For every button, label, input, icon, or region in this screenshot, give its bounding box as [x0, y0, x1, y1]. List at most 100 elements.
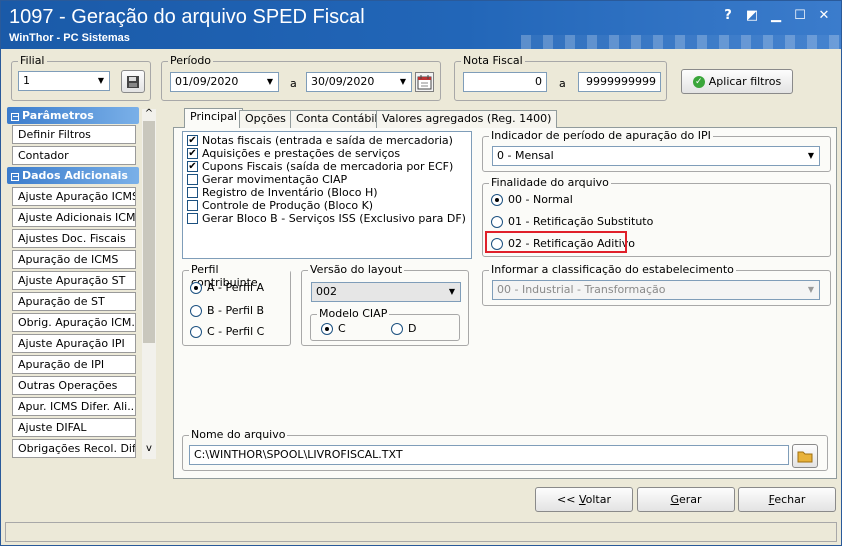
sidebar-item-definir-filtros[interactable]: Definir Filtros [12, 125, 136, 144]
checkbox[interactable] [187, 200, 198, 211]
versao-layout-select[interactable]: 002 ▼ [311, 282, 461, 302]
versao-layout-legend: Versão do layout [308, 263, 405, 276]
indicador-ipi-select[interactable]: 0 - Mensal ▼ [492, 146, 820, 166]
check-item-aquisicoes[interactable]: ✔ Aquisições e prestações de serviços [187, 147, 400, 160]
sidebar-item-ajuste-apuracao-ipi[interactable]: Ajuste Apuração IPI [12, 334, 136, 353]
sidebar-item-outras-operacoes[interactable]: Outras Operações [12, 376, 136, 395]
sidebar-item-contador[interactable]: Contador [12, 146, 136, 165]
radio-button[interactable] [190, 325, 202, 338]
sidebar-item-ajustes-doc-fiscais[interactable]: Ajustes Doc. Fiscais [12, 229, 136, 248]
checkbox[interactable] [187, 213, 198, 224]
sidebar-item-apuracao-icms[interactable]: Apuração de ICMS [12, 250, 136, 269]
sidebar-item-ajuste-difal[interactable]: Ajuste DIFAL [12, 418, 136, 437]
check-item-notas-fiscais[interactable]: ✔ Notas fiscais (entrada e saída de merca… [187, 134, 453, 147]
radio-button[interactable] [190, 304, 202, 317]
check-item-bloco-b[interactable]: Gerar Bloco B - Serviços ISS (Exclusivo … [187, 212, 466, 225]
maximize-icon[interactable]: ☐ [789, 7, 811, 25]
sidebar-item-ajuste-apuracao-icms[interactable]: Ajuste Apuração ICMS [12, 187, 136, 206]
fechar-button[interactable]: Fechar [738, 487, 836, 512]
finalidade-option-normal[interactable]: 00 - Normal [491, 193, 573, 206]
filial-value: 1 [23, 74, 30, 87]
nota-fiscal-end-input[interactable]: 9999999999 [578, 72, 661, 92]
modelo-ciap-option-c[interactable]: C [321, 322, 346, 335]
title-decoration [521, 35, 841, 49]
perfil-option-b[interactable]: B - Perfil B [190, 304, 264, 317]
sidebar-item-ajuste-adicionais-icms[interactable]: Ajuste Adicionais ICMS [12, 208, 136, 227]
perfil-option-a[interactable]: A - Perfil A [190, 281, 264, 294]
collapse-icon[interactable]: − [11, 173, 19, 181]
nome-arquivo-input[interactable]: C:\WINTHOR\SPOOL\LIVROFISCAL.TXT [189, 445, 789, 465]
nome-arquivo-legend: Nome do arquivo [189, 428, 288, 441]
apply-filters-button[interactable]: ✓ Aplicar filtros [681, 69, 793, 94]
periodo-start-value: 01/09/2020 [175, 75, 239, 88]
radio-button[interactable] [491, 215, 503, 228]
periodo-start-input[interactable]: 01/09/2020 ▼ [170, 72, 279, 92]
sidebar-item-apuracao-ipi[interactable]: Apuração de IPI [12, 355, 136, 374]
radio-button[interactable] [321, 322, 333, 335]
save-button[interactable] [121, 70, 145, 93]
radio-button[interactable] [491, 193, 503, 206]
checkbox[interactable]: ✔ [187, 135, 198, 146]
help-icon[interactable]: ? [717, 7, 739, 25]
voltar-button[interactable]: << Voltar [535, 487, 633, 512]
check-label: Gerar Bloco B - Serviços ISS (Exclusivo … [202, 212, 466, 225]
tab-valores-agregados[interactable]: Valores agregados (Reg. 1400) [376, 110, 558, 128]
finalidade-legend: Finalidade do arquivo [489, 176, 611, 189]
check-item-cupons-fiscais[interactable]: ✔ Cupons Fiscais (saída de mercadoria por… [187, 160, 453, 173]
close-icon[interactable]: ✕ [813, 7, 835, 25]
check-label: Controle de Produção (Bloco K) [202, 199, 374, 212]
minimize-icon[interactable]: ▁ [765, 7, 787, 25]
calendar-button[interactable] [415, 72, 434, 92]
finalidade-option-retif-substituto[interactable]: 01 - Retificação Substituto [491, 215, 653, 228]
classificacao-select[interactable]: 00 - Industrial - Transformação ▼ [492, 280, 820, 300]
sidebar-item-ajuste-apuracao-st[interactable]: Ajuste Apuração ST [12, 271, 136, 290]
sidebar-section-dados-adicionais[interactable]: − Dados Adicionais [7, 167, 139, 184]
radio-label: A - Perfil A [207, 281, 265, 294]
sidebar-scroll-thumb[interactable] [143, 121, 155, 343]
check-label: Gerar movimentação CIAP [202, 173, 348, 186]
voltar-rest: oltar [585, 493, 611, 506]
sidebar-section-parametros[interactable]: − Parâmetros [7, 107, 139, 124]
nota-fiscal-separator: a [559, 77, 566, 90]
browse-folder-button[interactable] [792, 444, 818, 468]
filial-select[interactable]: 1 ▼ [18, 71, 110, 91]
check-label: Registro de Inventário (Bloco H) [202, 186, 378, 199]
modelo-ciap-option-d[interactable]: D [391, 322, 416, 335]
radio-button[interactable] [190, 281, 202, 294]
chevron-down-icon[interactable]: ▼ [444, 283, 460, 301]
sidebar-item-obrig-apuracao-icm[interactable]: Obrig. Apuração ICM... [12, 313, 136, 332]
scroll-down-icon[interactable]: v [143, 443, 155, 455]
gerar-button[interactable]: Gerar [637, 487, 735, 512]
chevron-down-icon[interactable]: ▼ [803, 147, 819, 165]
checkbox[interactable]: ✔ [187, 161, 198, 172]
sidebar-item-apur-icms-difer[interactable]: Apur. ICMS Difer. Ali... [12, 397, 136, 416]
chevron-down-icon[interactable]: ▼ [93, 72, 109, 90]
scroll-up-icon[interactable]: ^ [143, 108, 155, 120]
chevron-down-icon[interactable]: ▼ [262, 73, 278, 91]
checkbox[interactable] [187, 174, 198, 185]
voltar-prefix: << [557, 493, 579, 506]
radio-label: C [338, 322, 346, 335]
title-bar[interactable]: 1097 - Geração do arquivo SPED Fiscal Wi… [1, 1, 841, 49]
chevron-down-icon[interactable]: ▼ [395, 73, 411, 91]
gerar-accel: G [670, 493, 679, 506]
perfil-option-c[interactable]: C - Perfil C [190, 325, 264, 338]
restore-icon[interactable]: ◩ [741, 7, 763, 25]
tab-opcoes[interactable]: Opções [239, 110, 292, 128]
window-subtitle: WinThor - PC Sistemas [9, 32, 130, 44]
checkbox[interactable] [187, 187, 198, 198]
checkbox[interactable]: ✔ [187, 148, 198, 159]
check-item-inventario[interactable]: Registro de Inventário (Bloco H) [187, 186, 378, 199]
fechar-rest: echar [774, 493, 806, 506]
tab-principal[interactable]: Principal [184, 108, 243, 128]
tab-conta-contabil[interactable]: Conta Contábil [290, 110, 384, 128]
chevron-down-icon[interactable]: ▼ [803, 281, 819, 299]
nota-fiscal-start-input[interactable]: 0 [463, 72, 547, 92]
check-item-producao[interactable]: Controle de Produção (Bloco K) [187, 199, 373, 212]
collapse-icon[interactable]: − [11, 113, 19, 121]
sidebar-item-apuracao-st[interactable]: Apuração de ST [12, 292, 136, 311]
check-item-ciap[interactable]: Gerar movimentação CIAP [187, 173, 347, 186]
sidebar-item-obrigacoes-recol-difal[interactable]: Obrigações Recol. Difal [12, 439, 136, 458]
periodo-end-input[interactable]: 30/09/2020 ▼ [306, 72, 412, 92]
radio-button[interactable] [391, 322, 403, 335]
